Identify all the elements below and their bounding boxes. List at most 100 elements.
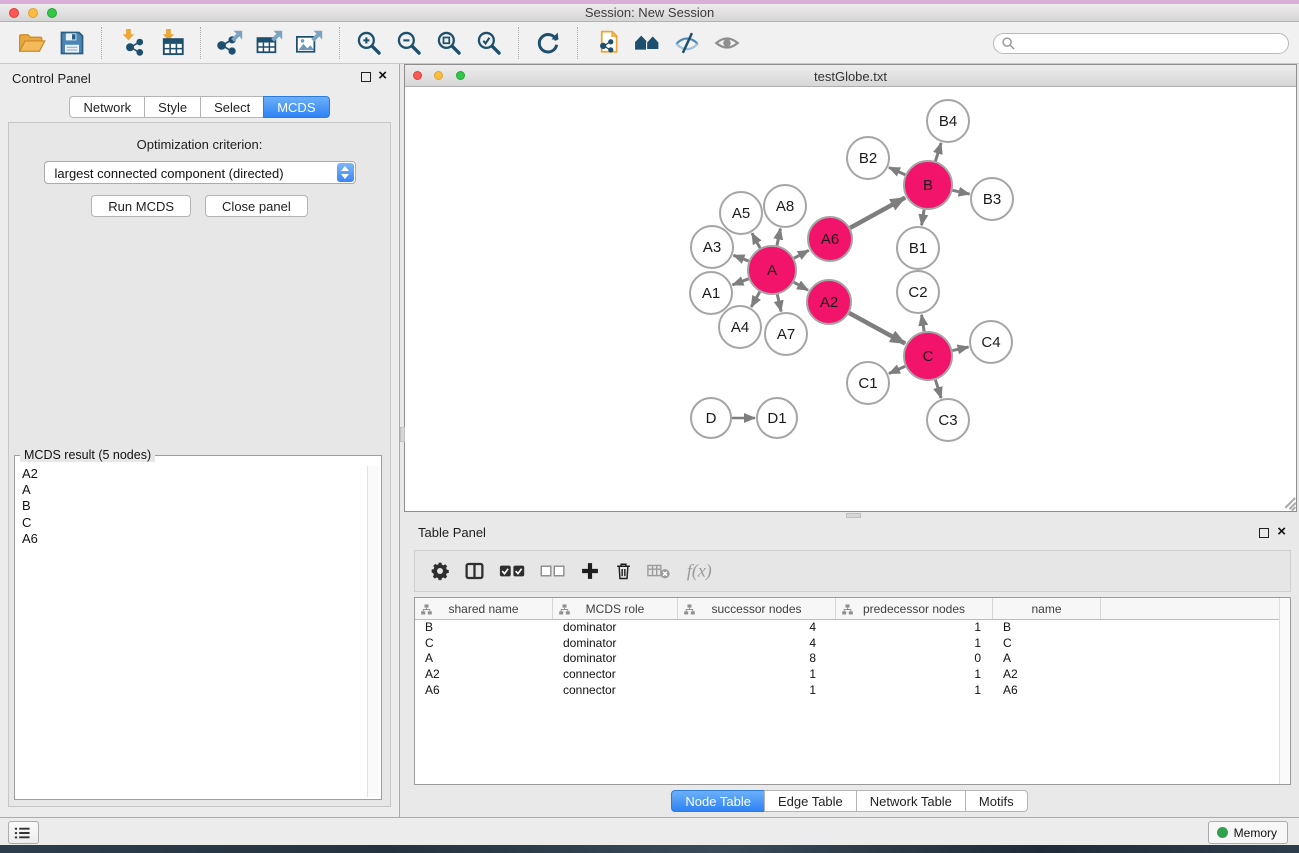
- table-cell[interactable]: C: [415, 636, 553, 652]
- result-list-item[interactable]: C: [17, 515, 366, 531]
- table-cell[interactable]: 1: [836, 683, 993, 699]
- show-all-button[interactable]: [710, 26, 744, 60]
- table-cell[interactable]: 4: [678, 620, 836, 636]
- tab-edge-table[interactable]: Edge Table: [764, 790, 857, 812]
- column-header-predecessor-nodes[interactable]: predecessor nodes: [836, 598, 993, 619]
- window-resize-grip[interactable]: [1281, 496, 1295, 510]
- zoom-in-button[interactable]: [352, 26, 386, 60]
- node-A2[interactable]: A2: [807, 280, 851, 324]
- result-scrollbar[interactable]: [367, 466, 379, 797]
- table-cell[interactable]: B: [415, 620, 553, 636]
- table-cell[interactable]: connector: [553, 683, 678, 699]
- table-float-icon[interactable]: [1259, 528, 1269, 538]
- table-settings-button[interactable]: [430, 556, 450, 586]
- node-B4[interactable]: B4: [927, 100, 969, 142]
- edge-C-C2[interactable]: [922, 315, 925, 332]
- select-all-button[interactable]: [499, 556, 526, 586]
- table-close-icon[interactable]: ×: [1277, 524, 1286, 540]
- network-window-titlebar[interactable]: testGlobe.txt: [405, 65, 1296, 87]
- edge-A-A8[interactable]: [777, 229, 780, 246]
- node-A3[interactable]: A3: [691, 226, 733, 268]
- column-header-name[interactable]: name: [993, 598, 1101, 619]
- node-C2[interactable]: C2: [897, 271, 939, 313]
- result-list-item[interactable]: A6: [17, 531, 366, 547]
- node-C4[interactable]: C4: [970, 321, 1012, 363]
- node-A4[interactable]: A4: [719, 306, 761, 348]
- edge-A-A6[interactable]: [794, 250, 809, 258]
- splitter-handle-horizontal[interactable]: [846, 513, 861, 518]
- criterion-select[interactable]: largest connected component (directed): [44, 161, 356, 184]
- column-header-successor-nodes[interactable]: successor nodes: [678, 598, 836, 619]
- table-cell[interactable]: 4: [678, 636, 836, 652]
- deselect-all-button[interactable]: [540, 556, 566, 586]
- table-cell[interactable]: A: [993, 651, 1101, 667]
- table-cell[interactable]: A2: [415, 667, 553, 683]
- edge-A-A7[interactable]: [777, 294, 781, 311]
- search-input[interactable]: [993, 33, 1289, 54]
- table-cell[interactable]: B: [993, 620, 1101, 636]
- open-session-button[interactable]: [15, 26, 49, 60]
- edge-C-C4[interactable]: [952, 347, 968, 351]
- float-panel-icon[interactable]: [361, 72, 371, 82]
- table-cell[interactable]: A6: [415, 683, 553, 699]
- edge-A6-B[interactable]: [850, 198, 905, 228]
- table-cell[interactable]: A6: [993, 683, 1101, 699]
- table-cell[interactable]: connector: [553, 667, 678, 683]
- edge-A-A4[interactable]: [751, 292, 760, 307]
- node-A7[interactable]: A7: [765, 313, 807, 355]
- table-cell[interactable]: dominator: [553, 651, 678, 667]
- table-cell[interactable]: dominator: [553, 636, 678, 652]
- tab-style[interactable]: Style: [144, 96, 201, 118]
- node-A[interactable]: A: [748, 246, 796, 294]
- result-list-item[interactable]: B: [17, 498, 366, 514]
- node-C1[interactable]: C1: [847, 362, 889, 404]
- edge-C-C3[interactable]: [935, 380, 941, 398]
- edge-A-A3[interactable]: [733, 255, 748, 261]
- delete-column-button[interactable]: [614, 556, 633, 586]
- result-list-item[interactable]: A2: [17, 466, 366, 482]
- node-A1[interactable]: A1: [690, 272, 732, 314]
- node-D[interactable]: D: [691, 398, 731, 438]
- import-table-button[interactable]: [154, 26, 188, 60]
- network-canvas[interactable]: B4B2BB3A5A8A6A3B1AA1C2A2A4A7CC4C1C3DD1: [405, 87, 1296, 511]
- table-cell[interactable]: 1: [678, 667, 836, 683]
- table-cell[interactable]: dominator: [553, 620, 678, 636]
- table-cell[interactable]: A2: [993, 667, 1101, 683]
- network-from-selection-button[interactable]: [590, 26, 624, 60]
- node-D1[interactable]: D1: [757, 398, 797, 438]
- splitter-handle-vertical[interactable]: [400, 427, 405, 442]
- table-cell[interactable]: 1: [836, 620, 993, 636]
- zoom-out-button[interactable]: [392, 26, 426, 60]
- table-cell[interactable]: A: [415, 651, 553, 667]
- node-A5[interactable]: A5: [720, 192, 762, 234]
- column-header-MCDS-role[interactable]: MCDS role: [553, 598, 678, 619]
- tab-network-table[interactable]: Network Table: [856, 790, 966, 812]
- node-B2[interactable]: B2: [847, 137, 889, 179]
- edge-B-B1[interactable]: [922, 210, 924, 226]
- tab-mcds[interactable]: MCDS: [263, 96, 329, 118]
- edge-A2-C[interactable]: [849, 313, 905, 344]
- table-cell[interactable]: 0: [836, 651, 993, 667]
- node-B[interactable]: B: [904, 161, 952, 209]
- column-header-shared-name[interactable]: shared name: [415, 598, 553, 619]
- export-image-button[interactable]: [293, 26, 327, 60]
- tab-node-table[interactable]: Node Table: [671, 790, 765, 812]
- table-cell[interactable]: C: [993, 636, 1101, 652]
- zoom-selected-button[interactable]: [472, 26, 506, 60]
- export-table-button[interactable]: [253, 26, 287, 60]
- edge-C-C1[interactable]: [889, 366, 905, 373]
- edge-A-A5[interactable]: [752, 233, 760, 248]
- first-neighbors-button[interactable]: [630, 26, 664, 60]
- node-A8[interactable]: A8: [764, 185, 806, 227]
- save-session-button[interactable]: [55, 26, 89, 60]
- hide-selected-button[interactable]: [670, 26, 704, 60]
- node-C[interactable]: C: [904, 332, 952, 380]
- node-A6[interactable]: A6: [808, 217, 852, 261]
- result-list-item[interactable]: A: [17, 482, 366, 498]
- table-cell[interactable]: 1: [836, 667, 993, 683]
- edge-A-A2[interactable]: [794, 282, 808, 290]
- edge-B-B4[interactable]: [935, 143, 941, 161]
- toggle-split-view-button[interactable]: [464, 556, 485, 586]
- table-cell[interactable]: 8: [678, 651, 836, 667]
- zoom-fit-content-button[interactable]: [432, 26, 466, 60]
